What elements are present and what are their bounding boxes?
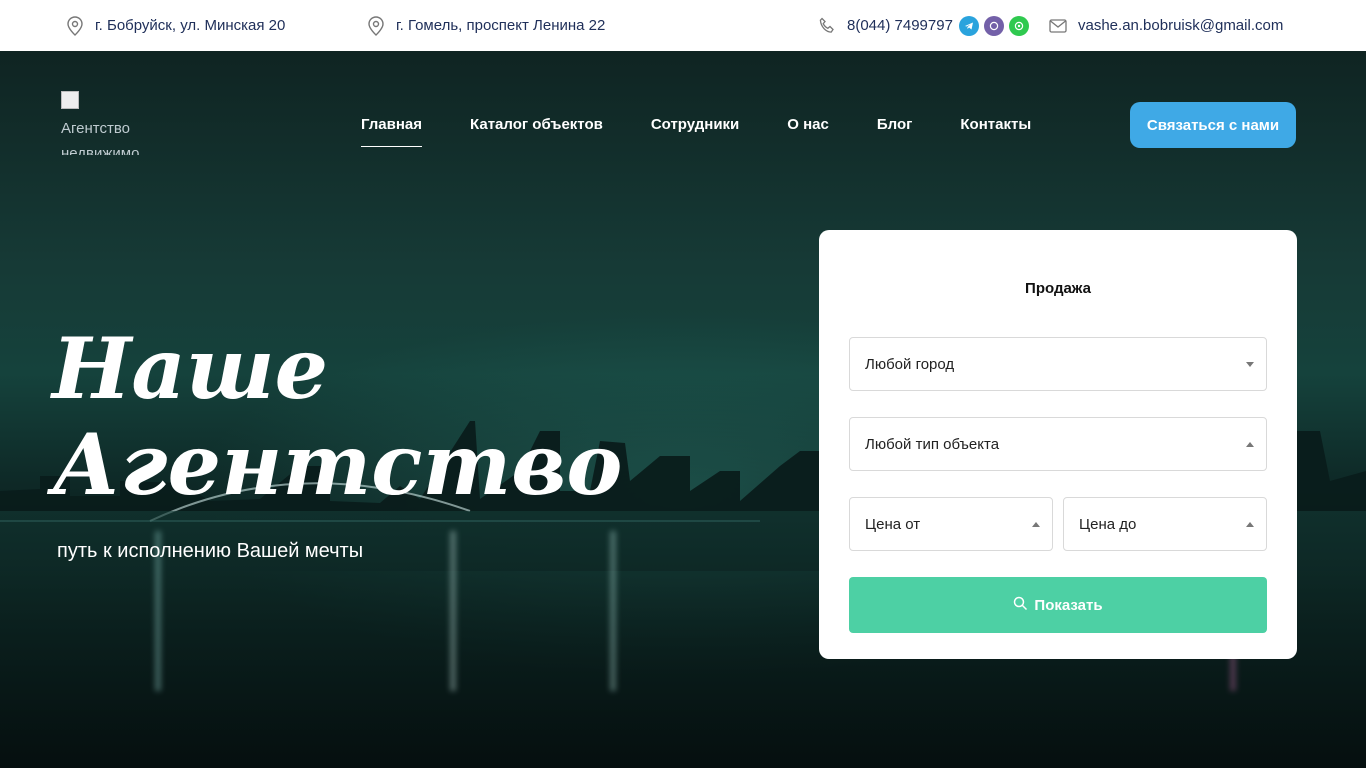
chevron-up-icon: [1246, 442, 1254, 447]
nav-item-about[interactable]: О нас: [787, 105, 829, 145]
address-bobruisk: г. Бобруйск, ул. Минская 20: [65, 0, 285, 51]
mail-icon: [1048, 16, 1068, 36]
city-select[interactable]: Любой город: [849, 337, 1267, 391]
phone-icon: [817, 16, 837, 36]
contact-us-button[interactable]: Связаться с нами: [1130, 102, 1296, 148]
phone-contact: 8(044) 7499797: [817, 0, 1029, 51]
show-results-label: Показать: [1034, 596, 1103, 614]
city-select-value: Любой город: [865, 355, 955, 373]
top-contact-bar: г. Бобруйск, ул. Минская 20 г. Гомель, п…: [0, 0, 1366, 51]
location-pin-icon: [366, 15, 386, 36]
phone-link[interactable]: 8(044) 7499797: [847, 17, 953, 34]
address-text: г. Гомель, проспект Ленина 22: [396, 17, 606, 34]
chevron-down-icon: [1246, 362, 1254, 367]
location-pin-icon: [65, 15, 85, 36]
price-to-value: Цена до: [1079, 515, 1137, 533]
chevron-up-icon: [1246, 522, 1254, 527]
price-from-value: Цена от: [865, 515, 921, 533]
nav-item-staff[interactable]: Сотрудники: [651, 105, 739, 145]
light-reflection: [610, 531, 616, 691]
main-navigation: Главная Каталог объектов Сотрудники О на…: [361, 105, 1031, 147]
hero-subtitle: путь к исполнению Вашей мечты: [57, 540, 364, 562]
property-type-select[interactable]: Любой тип объекта: [849, 417, 1267, 471]
price-to-select[interactable]: Цена до: [1063, 497, 1267, 551]
viber-icon[interactable]: [983, 15, 1004, 36]
hero-title: Наше Агентство: [52, 321, 622, 513]
search-form-card: Продажа Любой город Любой тип объекта Це…: [819, 230, 1297, 659]
email-contact: vashe.an.bobruisk@gmail.com: [1048, 0, 1283, 51]
email-link[interactable]: vashe.an.bobruisk@gmail.com: [1078, 17, 1283, 34]
price-from-select[interactable]: Цена от: [849, 497, 1053, 551]
search-icon: [1013, 596, 1028, 615]
hero-title-line: Агентство: [52, 415, 623, 514]
hero-title-line: Наше: [52, 319, 329, 418]
nav-item-contacts[interactable]: Контакты: [960, 105, 1031, 145]
chevron-up-icon: [1032, 522, 1040, 527]
hero-section: Агентство недвижимости Главная Каталог о…: [0, 51, 1366, 768]
telegram-icon[interactable]: [958, 15, 979, 36]
light-reflection: [450, 531, 456, 691]
whatsapp-icon[interactable]: [1008, 15, 1029, 36]
nav-item-home[interactable]: Главная: [361, 105, 423, 147]
show-results-button[interactable]: Показать: [849, 577, 1267, 633]
nav-item-blog[interactable]: Блог: [877, 105, 913, 145]
logo-alt-text: Агентство недвижимости: [61, 120, 139, 155]
nav-item-catalog[interactable]: Каталог объектов: [470, 105, 603, 145]
property-type-value: Любой тип объекта: [865, 435, 1000, 453]
address-gomel: г. Гомель, проспект Ленина 22: [366, 0, 605, 51]
address-text: г. Бобруйск, ул. Минская 20: [95, 17, 286, 34]
broken-image-icon: [61, 91, 79, 109]
site-logo[interactable]: Агентство недвижимости: [61, 91, 139, 155]
search-form-title: Продажа: [1025, 280, 1091, 297]
